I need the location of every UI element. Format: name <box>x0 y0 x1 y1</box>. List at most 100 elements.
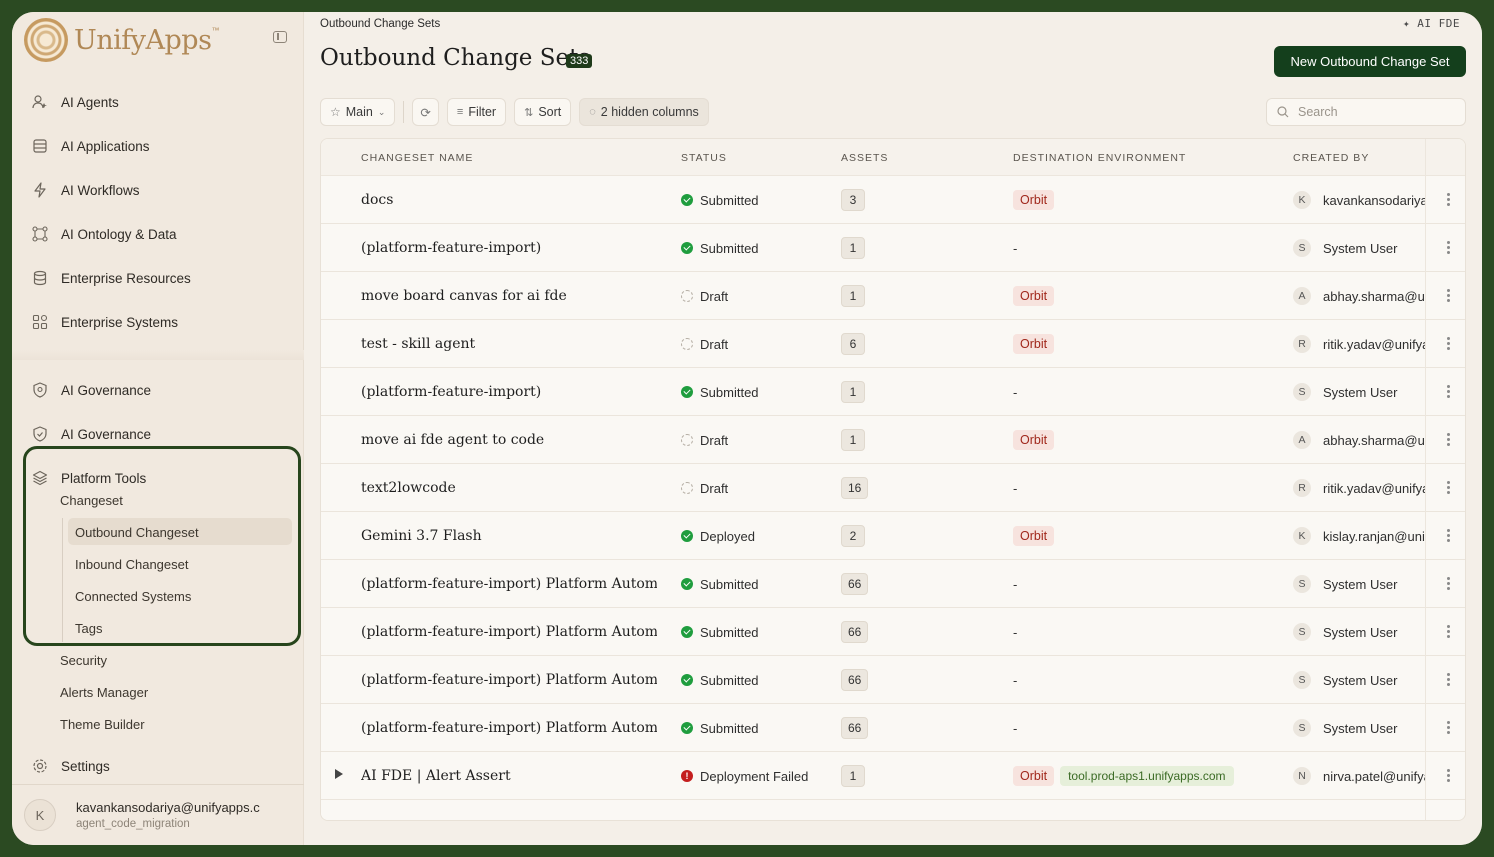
destination-cell: - <box>1013 704 1017 752</box>
search-input[interactable]: Search <box>1266 98 1466 126</box>
new-outbound-change-set-button[interactable]: New Outbound Change Set <box>1274 46 1466 77</box>
ai-fde-button[interactable]: ✦ AI FDE <box>1403 17 1460 30</box>
table-row[interactable]: move ai fde agent to code Draft 1 Orbit Aabh… <box>321 416 1465 464</box>
row-menu-icon[interactable] <box>1447 481 1451 494</box>
row-menu-icon[interactable] <box>1447 769 1451 782</box>
destination-cell: Orbit <box>1013 416 1055 464</box>
row-menu-icon[interactable] <box>1447 337 1451 350</box>
row-menu-icon[interactable] <box>1447 673 1451 686</box>
table-row[interactable] <box>321 800 1465 820</box>
row-menu-icon[interactable] <box>1447 625 1451 638</box>
changeset-name[interactable]: test - skill agent <box>361 320 475 368</box>
created-by-name: nirva.patel@unifyapps.com <box>1323 768 1425 784</box>
row-menu-icon[interactable] <box>1447 529 1451 542</box>
assets-cell: 6 <box>841 320 865 368</box>
view-selector[interactable]: ☆ Main ⌄ <box>320 98 396 126</box>
avatar: K <box>1293 191 1311 209</box>
sidebar-sub-tags[interactable]: Tags <box>75 621 102 636</box>
sidebar-divider <box>12 350 304 360</box>
row-menu-icon[interactable] <box>1447 721 1451 734</box>
created-by-name: System User <box>1323 240 1398 256</box>
changeset-name[interactable]: docs <box>361 176 393 224</box>
table-row[interactable]: (platform-feature-import) Platform Autom… <box>321 704 1465 752</box>
sidebar-item-ai-applications[interactable]: AI Applications <box>32 134 150 158</box>
sidebar-sub-theme-builder[interactable]: Theme Builder <box>60 717 145 732</box>
sort-button[interactable]: ⇅ Sort <box>514 98 572 126</box>
row-menu-icon[interactable] <box>1447 241 1451 254</box>
table-row[interactable]: move board canvas for ai fde Draft 1 Orbit A… <box>321 272 1465 320</box>
table-row[interactable]: (platform-feature-import) Submitted 1 - S Sys… <box>321 368 1465 416</box>
sidebar-item-enterprise-resources[interactable]: Enterprise Resources <box>32 266 191 290</box>
table-row[interactable]: (platform-feature-import) Platform Autom… <box>321 656 1465 704</box>
row-menu-icon[interactable] <box>1447 433 1451 446</box>
changeset-name[interactable]: (platform-feature-import) Platform Autom… <box>361 560 657 608</box>
column-header-destination[interactable]: DESTINATION ENVIRONMENT <box>1013 152 1186 164</box>
sidebar-item-label: Enterprise Resources <box>61 270 191 286</box>
count-badge: 333 <box>566 54 593 68</box>
table-row[interactable]: text2lowcode Draft 16 - Rritik.yadav@unifyap… <box>321 464 1465 512</box>
sidebar-sub-inbound-changeset[interactable]: Inbound Changeset <box>75 557 188 572</box>
table-row[interactable]: (platform-feature-import) Submitted 1 - S Sys… <box>321 224 1465 272</box>
toolbar-divider <box>403 101 405 123</box>
table-row[interactable]: test - skill agent Draft 6 Orbit Rritik.yada… <box>321 320 1465 368</box>
sidebar-sub-connected-systems[interactable]: Connected Systems <box>75 589 191 604</box>
changeset-name[interactable]: move ai fde agent to code <box>361 416 544 464</box>
changeset-name[interactable]: text2lowcode <box>361 464 456 512</box>
changeset-name[interactable]: (platform-feature-import) Platform Autom… <box>361 656 657 704</box>
status-cell: Draft <box>681 416 728 464</box>
row-menu-icon[interactable] <box>1447 385 1451 398</box>
column-header-created-by[interactable]: CREATED BY <box>1293 152 1369 164</box>
changeset-name[interactable]: (platform-feature-import) <box>361 224 541 272</box>
sidebar-item-ai-governance[interactable]: AI Governance <box>32 422 151 446</box>
created-by-cell: S System User <box>1293 704 1425 752</box>
avatar: K <box>1293 527 1311 545</box>
sidebar-sub-alerts-manager[interactable]: Alerts Manager <box>60 685 148 700</box>
assets-count: 1 <box>841 285 865 307</box>
table-row[interactable]: docs Submitted 3 Orbit Kkavankansodariya@uni… <box>321 176 1465 224</box>
column-header-status[interactable]: STATUS <box>681 152 727 164</box>
row-menu-icon[interactable] <box>1447 289 1451 302</box>
changeset-name[interactable]: move board canvas for ai fde <box>361 272 567 320</box>
env-badge: Orbit <box>1013 286 1055 306</box>
env-badge: Orbit <box>1013 766 1055 786</box>
changeset-name[interactable]: Gemini 3.7 Flash <box>361 512 482 560</box>
column-header-name[interactable]: CHANGESET NAME <box>361 152 473 164</box>
avatar: S <box>1293 575 1311 593</box>
user-profile[interactable]: K kavankansodariya@unifyapps.c agent_cod… <box>12 784 304 845</box>
table-row[interactable]: Gemini 3.7 Flash Deployed 2 Orbit Kkislay.ra… <box>321 512 1465 560</box>
env-badge: Orbit <box>1013 334 1055 354</box>
sidebar-item-ai-ontology-data[interactable]: AI Ontology & Data <box>32 222 177 246</box>
sidebar-sub-security[interactable]: Security <box>60 653 107 668</box>
sidebar-item-ai-agents[interactable]: AI Agents <box>32 90 119 114</box>
refresh-icon: ⟳ <box>420 105 431 120</box>
agent-icon <box>32 94 48 110</box>
changeset-name[interactable]: AI FDE | Alert Assert <box>361 752 511 800</box>
sidebar-item-label: AI Workflows <box>61 182 140 198</box>
status-ok-icon <box>681 194 693 206</box>
refresh-button[interactable]: ⟳ <box>412 98 439 126</box>
brand-logo[interactable]: UnifyApps ™ <box>12 12 303 68</box>
status-label: Draft <box>700 336 729 352</box>
table-row[interactable]: (platform-feature-import) Platform Autom… <box>321 608 1465 656</box>
sidebar-item-enterprise-systems[interactable]: Enterprise Systems <box>32 310 178 334</box>
filter-button[interactable]: ≡ Filter <box>446 98 507 126</box>
column-header-assets[interactable]: ASSETS <box>841 152 888 164</box>
expand-row-icon[interactable] <box>335 769 343 779</box>
table-row[interactable]: AI FDE | Alert Assert Deployment Failed 1 O… <box>321 752 1465 800</box>
changeset-name[interactable]: (platform-feature-import) Platform Autom… <box>361 608 657 656</box>
row-menu-icon[interactable] <box>1447 577 1451 590</box>
sidebar-collapse-icon[interactable] <box>273 31 287 43</box>
changeset-name[interactable]: (platform-feature-import) Platform Autom… <box>361 704 657 752</box>
row-menu-icon[interactable] <box>1447 193 1451 206</box>
breadcrumb[interactable]: Outbound Change Sets <box>320 18 440 30</box>
sidebar-item-settings[interactable]: Settings <box>32 754 110 778</box>
sidebar-item-ai-governance[interactable]: AI Governance <box>32 378 151 402</box>
sidebar-item-ai-workflows[interactable]: AI Workflows <box>32 178 140 202</box>
changeset-name[interactable]: (platform-feature-import) <box>361 368 541 416</box>
sidebar-sub-outbound-changeset[interactable]: Outbound Changeset <box>75 525 199 540</box>
table-row[interactable]: (platform-feature-import) Platform Autom… <box>321 560 1465 608</box>
assets-count: 6 <box>841 333 865 355</box>
sidebar-sub-changeset[interactable]: Changeset <box>60 493 123 508</box>
hidden-columns-button[interactable]: ◌ 2 hidden columns <box>579 98 709 126</box>
status-cell: Draft <box>681 464 728 512</box>
